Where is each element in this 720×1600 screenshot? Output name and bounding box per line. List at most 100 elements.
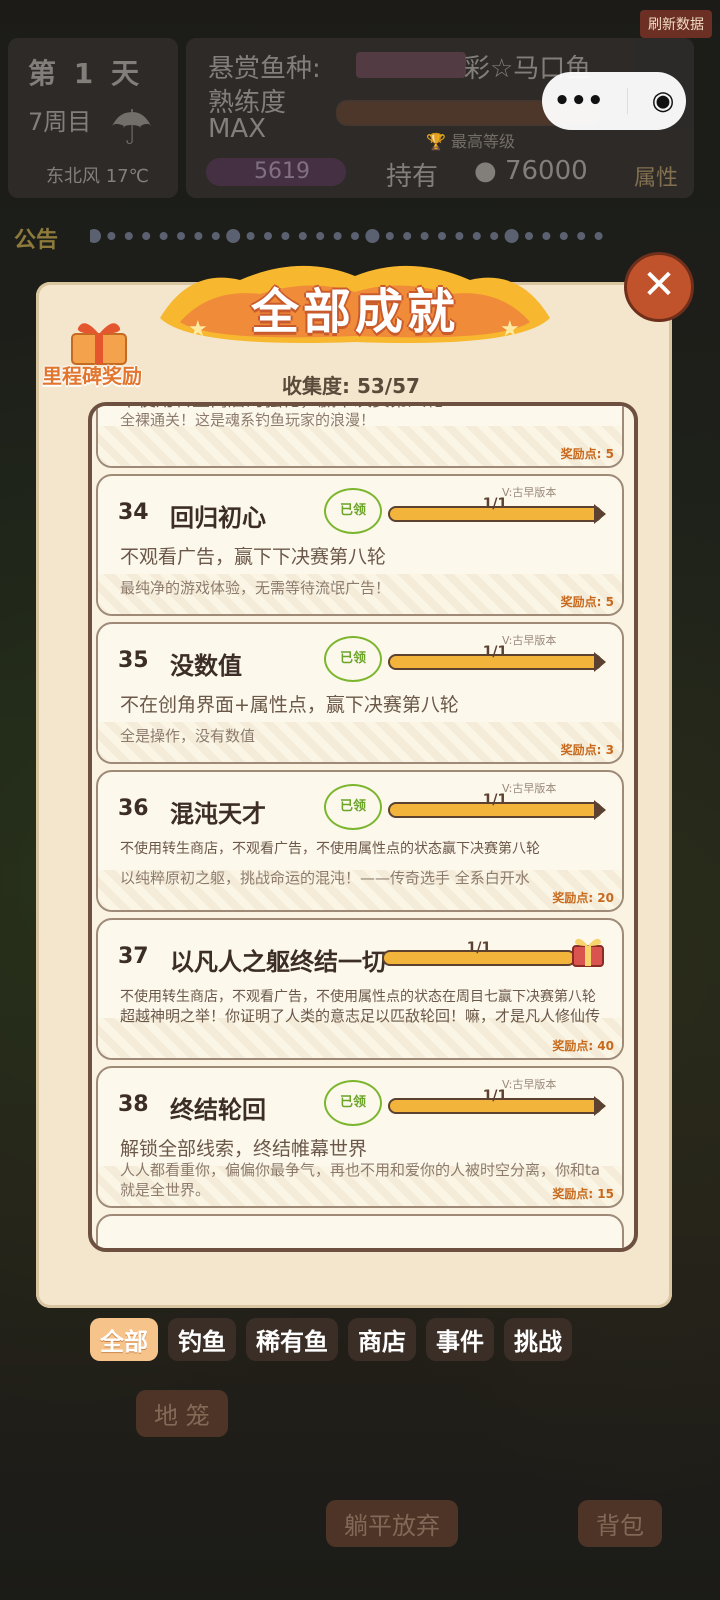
achievement-number: 37 <box>118 944 149 969</box>
track-dot <box>124 232 133 240</box>
achievement-card[interactable]: 37 以凡人之躯终结一切 1/1 不使用转生商店，不观看广告，不使用属性点的状态… <box>96 918 624 1060</box>
track-dot <box>472 232 481 240</box>
track-dot <box>298 232 307 240</box>
tab-shop[interactable]: 商店 <box>348 1318 416 1361</box>
card-pattern <box>98 426 622 466</box>
achievement-number: 34 <box>118 500 149 525</box>
tournament-track <box>90 229 603 243</box>
proficiency-value: MAX <box>208 114 267 144</box>
max-level-label: 🏆 最高等级 <box>426 132 516 151</box>
claimed-stamp-icon: 已领 <box>324 784 382 830</box>
arrow-icon <box>594 1096 606 1116</box>
track-dot <box>455 232 464 240</box>
progress-bar: 1/1 <box>388 792 602 818</box>
miniprogram-capsule: ••• ◉ <box>542 72 686 130</box>
more-icon[interactable]: ••• <box>554 86 604 116</box>
track-dot <box>525 232 533 240</box>
achievement-reward: 奖励点: 5 <box>560 447 614 461</box>
achievement-reward: 奖励点: 15 <box>552 1187 614 1201</box>
achievement-card[interactable]: V:古早版本 38 终结轮回 已领 1/1 解锁全部线索，终结帷幕世界 人人都看… <box>96 1066 624 1208</box>
collection-progress: 收集度: 53/57 <box>282 374 420 398</box>
title-wrapper: 全部成就 <box>150 258 560 354</box>
achievement-reward: 奖励点: 3 <box>560 743 614 757</box>
reward-gift-icon[interactable] <box>570 934 606 968</box>
track-dot <box>90 229 101 243</box>
achievement-condition: 不在创角界面+属性点，赢下决赛第八轮 <box>120 694 459 716</box>
progress-text: 1/1 <box>482 1088 508 1104</box>
tab-fishing[interactable]: 钓鱼 <box>168 1318 236 1361</box>
weather-label: 东北风 17℃ <box>46 166 149 187</box>
track-dot <box>226 229 241 243</box>
achievement-condition: 不观看广告，赢下下决赛第八轮 <box>120 546 387 568</box>
progress-bar: 1/1 <box>382 940 576 966</box>
milestone-reward-button[interactable]: 里程碑奖励 <box>42 360 142 389</box>
track-dot <box>316 232 325 240</box>
progress-text: 1/1 <box>482 496 508 512</box>
close-icon: ✕ <box>642 262 676 308</box>
hold-label: 持有 <box>386 162 439 192</box>
achievement-card[interactable]: V:古早版本 35 没数值 已领 1/1 不在创角界面+属性点，赢下决赛第八轮 … <box>96 622 624 764</box>
tab-challenge[interactable]: 挑战 <box>504 1318 572 1361</box>
achievement-description: 全是操作，没有数值 <box>120 727 256 745</box>
notice-label[interactable]: 公告 <box>14 222 58 254</box>
progress-bar: 1/1 <box>388 644 602 670</box>
close-target-icon[interactable]: ◉ <box>652 86 675 116</box>
progress-bar: 1/1 <box>388 1088 602 1114</box>
refresh-data-button[interactable]: 刷新数据 <box>640 10 712 38</box>
week-label: 7周目 <box>28 108 92 136</box>
arrow-icon <box>594 800 606 820</box>
tab-rare-fish[interactable]: 稀有鱼 <box>246 1318 338 1361</box>
achievement-condition: 不使用转生商店，不观看广告，不使用属性点的状态赢下决赛第八轮 <box>120 841 540 857</box>
achievement-name: 没数值 <box>170 652 242 680</box>
achievement-description: 全裸通关！这是魂系钓鱼玩家的浪漫！ <box>120 411 376 429</box>
achievement-card[interactable]: V:古早版本 34 回归初心 已领 1/1 不观看广告，赢下下决赛第八轮 最纯净… <box>96 474 624 616</box>
bag-button[interactable]: 背包 <box>578 1500 662 1547</box>
progress-text: 1/1 <box>466 940 492 956</box>
tab-events[interactable]: 事件 <box>426 1318 494 1361</box>
track-dot <box>351 232 359 240</box>
achievement-description: 人人都看重你，偏偏你最争气，再也不用和爱你的人被时空分离，你和ta就是全世界。 <box>120 1161 601 1199</box>
track-dot <box>504 229 519 243</box>
achievement-list[interactable]: 不使用转生商店的强化，赢下决赛第八轮 全裸通关！这是魂系钓鱼玩家的浪漫！ 奖励点… <box>88 402 638 1252</box>
close-button[interactable]: ✕ <box>624 252 694 322</box>
track-dot <box>177 232 185 240</box>
achievement-condition: 解锁全部线索，终结帷幕世界 <box>120 1138 368 1160</box>
fish-icon <box>356 52 466 78</box>
category-tabs: 全部 钓鱼 稀有鱼 商店 事件 挑战 <box>90 1318 572 1361</box>
achievement-card[interactable]: V:古早版本 36 混沌天才 已领 1/1 不使用转生商店，不观看广告，不使用属… <box>96 770 624 912</box>
achievement-name: 回归初心 <box>170 504 266 532</box>
arrow-icon <box>594 652 606 672</box>
progress-bar: 1/1 <box>388 496 602 522</box>
track-dot <box>403 232 412 240</box>
achievement-card[interactable] <box>96 1214 624 1248</box>
achievement-reward: 奖励点: 20 <box>552 891 614 905</box>
track-dot <box>142 232 151 240</box>
day-panel: 第 1 天 7周目 ☂ 东北风 17℃ <box>8 38 178 198</box>
progress-text: 1/1 <box>482 644 508 660</box>
achievement-number: 36 <box>118 796 149 821</box>
bounty-label: 悬赏鱼种: <box>208 54 321 84</box>
track-dot <box>333 232 342 240</box>
progress-text: 1/1 <box>482 792 508 808</box>
attributes-button[interactable]: 属性 <box>634 160 678 192</box>
track-dot <box>385 232 394 240</box>
achievement-name: 以凡人之躯终结一切 <box>170 948 386 976</box>
tab-all[interactable]: 全部 <box>90 1318 158 1361</box>
achievement-name: 混沌天才 <box>170 800 266 828</box>
track-dot <box>246 232 255 240</box>
track-dot <box>542 232 551 240</box>
achievement-condition: 不使用转生商店，不观看广告，不使用属性点的状态在周目七赢下决赛第八轮 <box>120 989 596 1005</box>
track-dot <box>420 232 429 240</box>
claimed-stamp-icon: 已领 <box>324 636 382 682</box>
achievement-description: 超越神明之举！你证明了人类的意志足以匹敌轮回！嘛，才是凡人修仙传 <box>120 1007 601 1025</box>
track-dot <box>211 232 220 240</box>
rain-cloud-icon: ☂ <box>110 100 154 156</box>
track-dot <box>594 232 603 240</box>
track-dot <box>490 232 499 240</box>
cage-button[interactable]: 地 笼 <box>136 1390 228 1437</box>
gem-counter: 5619 <box>206 158 346 186</box>
claimed-stamp-icon: 已领 <box>324 1080 382 1126</box>
achievement-number: 35 <box>118 648 149 673</box>
give-up-button[interactable]: 躺平放弃 <box>326 1500 458 1547</box>
gift-icon[interactable] <box>66 316 132 366</box>
